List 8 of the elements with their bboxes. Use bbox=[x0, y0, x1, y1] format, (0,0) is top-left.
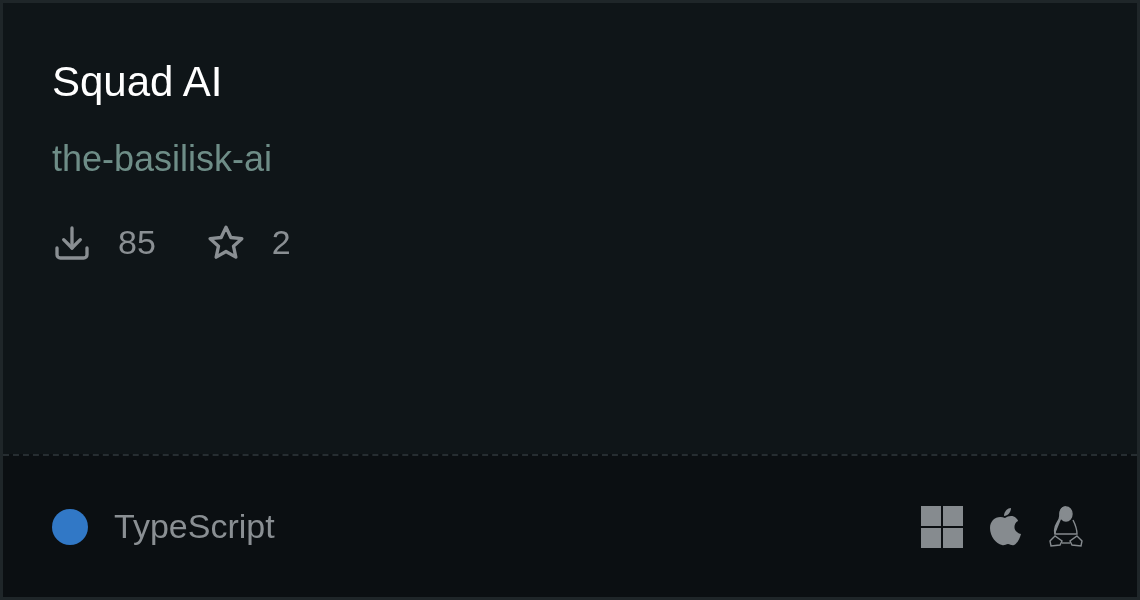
apple-icon bbox=[987, 505, 1023, 548]
download-count: 85 bbox=[118, 222, 156, 263]
language-name: TypeScript bbox=[114, 506, 275, 547]
windows-icon bbox=[921, 505, 963, 548]
app-title: Squad AI bbox=[52, 61, 224, 103]
penguin-icon bbox=[1047, 505, 1085, 548]
star-count: 2 bbox=[271, 222, 291, 263]
author-link[interactable]: the-basilisk-ai bbox=[52, 141, 1088, 177]
